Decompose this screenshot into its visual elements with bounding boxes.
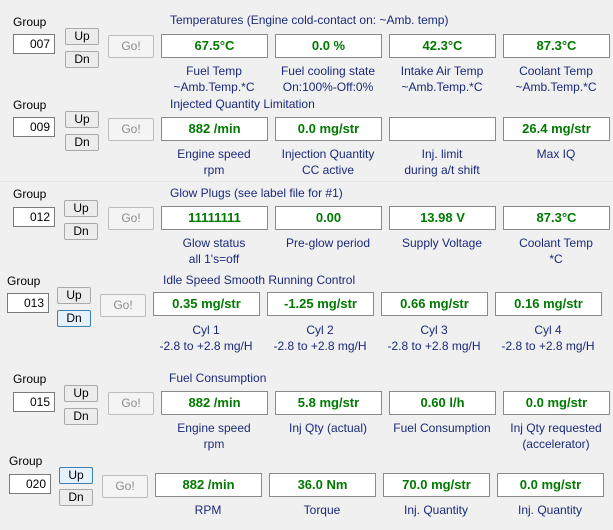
field-label: Intake Air Temp ~Amb.Temp.*C: [400, 64, 484, 94]
go-button[interactable]: Go!: [108, 35, 154, 58]
value-field: 0.0 mg/str: [503, 391, 610, 415]
group-label: Group: [13, 372, 47, 386]
up-button[interactable]: Up: [65, 28, 99, 45]
go-button[interactable]: Go!: [108, 207, 154, 230]
group-number-input[interactable]: 015: [13, 392, 55, 412]
field-label: Torque: [303, 503, 341, 517]
go-button[interactable]: Go!: [108, 118, 154, 141]
field-label: Engine speed rpm: [177, 421, 251, 451]
value-field: -1.25 mg/str: [267, 292, 374, 316]
down-button[interactable]: Dn: [65, 134, 99, 151]
field-label: Fuel cooling state On:100%-Off:0%: [280, 64, 376, 94]
field-label: Fuel Temp ~Amb.Temp.*C: [173, 64, 255, 94]
up-button[interactable]: Up: [64, 385, 98, 402]
value-field: 0.0 %: [275, 34, 382, 58]
field-label: Cyl 1 -2.8 to +2.8 mg/H: [159, 323, 253, 353]
field-label: Coolant Temp ~Amb.Temp.*C: [515, 64, 597, 94]
value-field: 26.4 mg/str: [503, 117, 610, 141]
field-label: Inj. Quantity: [403, 503, 469, 517]
down-button[interactable]: Dn: [59, 489, 93, 506]
group-label: Group: [9, 454, 43, 468]
value-field: 42.3°C: [389, 34, 496, 58]
value-field: 13.98 V: [389, 206, 496, 230]
field-label: Inj. limit during a/t shift: [404, 147, 480, 177]
field-label: RPM: [194, 503, 222, 517]
field-label: Inj. Quantity: [517, 503, 583, 517]
field-label: Supply Voltage: [401, 236, 483, 250]
field-label: Cyl 4 -2.8 to +2.8 mg/H: [501, 323, 595, 353]
group-title: Temperatures (Engine cold-contact on: ~A…: [170, 13, 449, 27]
value-field: 70.0 mg/str: [383, 473, 490, 497]
up-button[interactable]: Up: [64, 200, 98, 217]
value-field: 0.60 l/h: [389, 391, 496, 415]
value-field: 87.3°C: [503, 34, 610, 58]
down-button[interactable]: Dn: [65, 51, 99, 68]
divider: [0, 181, 613, 182]
field-label: Fuel Consumption: [393, 421, 491, 435]
value-field: 882 /min: [155, 473, 262, 497]
field-label: Cyl 3 -2.8 to +2.8 mg/H: [387, 323, 481, 353]
field-label: Max IQ: [536, 147, 576, 161]
group-title: Fuel Consumption: [169, 371, 267, 385]
go-button[interactable]: Go!: [100, 294, 146, 317]
value-field: 11111111: [161, 206, 268, 230]
value-field: 0.0 mg/str: [497, 473, 604, 497]
value-field: 5.8 mg/str: [275, 391, 382, 415]
group-label: Group: [13, 15, 47, 29]
group-number-input[interactable]: 009: [13, 117, 55, 137]
value-field: 0.66 mg/str: [381, 292, 488, 316]
group-title: Glow Plugs (see label file for #1): [170, 186, 343, 200]
group-label: Group: [13, 187, 47, 201]
value-field: [389, 117, 496, 141]
value-field: 67.5°C: [161, 34, 268, 58]
field-label: Glow status all 1's=off: [182, 236, 246, 266]
value-field: 0.35 mg/str: [153, 292, 260, 316]
value-field: 882 /min: [161, 117, 268, 141]
value-field: 882 /min: [161, 391, 268, 415]
down-button[interactable]: Dn: [64, 223, 98, 240]
group-title: Idle Speed Smooth Running Control: [163, 273, 356, 287]
value-field: 0.0 mg/str: [275, 117, 382, 141]
group-number-input[interactable]: 012: [13, 207, 55, 227]
value-field: 87.3°C: [503, 206, 610, 230]
group-number-input[interactable]: 020: [9, 474, 51, 494]
group-label: Group: [13, 98, 47, 112]
up-button[interactable]: Up: [59, 467, 93, 484]
group-number-input[interactable]: 013: [7, 293, 49, 313]
down-button[interactable]: Dn: [64, 408, 98, 425]
field-label: Engine speed rpm: [177, 147, 251, 177]
field-label: Cyl 2 -2.8 to +2.8 mg/H: [273, 323, 367, 353]
value-field: 0.16 mg/str: [495, 292, 602, 316]
group-number-input[interactable]: 007: [13, 34, 55, 54]
group-label: Group: [7, 274, 41, 288]
up-button[interactable]: Up: [57, 287, 91, 304]
field-label: Pre-glow period: [285, 236, 371, 250]
field-label: Inj Qty (actual): [288, 421, 368, 435]
down-button[interactable]: Dn: [57, 310, 91, 327]
group-title: Injected Quantity Limitation: [170, 97, 315, 111]
up-button[interactable]: Up: [65, 111, 99, 128]
go-button[interactable]: Go!: [108, 392, 154, 415]
field-label: Injection Quantity CC active: [281, 147, 375, 177]
value-field: 0.00: [275, 206, 382, 230]
field-label: Inj Qty requested (accelerator): [510, 421, 602, 451]
field-label: Coolant Temp *C: [519, 236, 593, 266]
go-button[interactable]: Go!: [102, 475, 148, 498]
value-field: 36.0 Nm: [269, 473, 376, 497]
